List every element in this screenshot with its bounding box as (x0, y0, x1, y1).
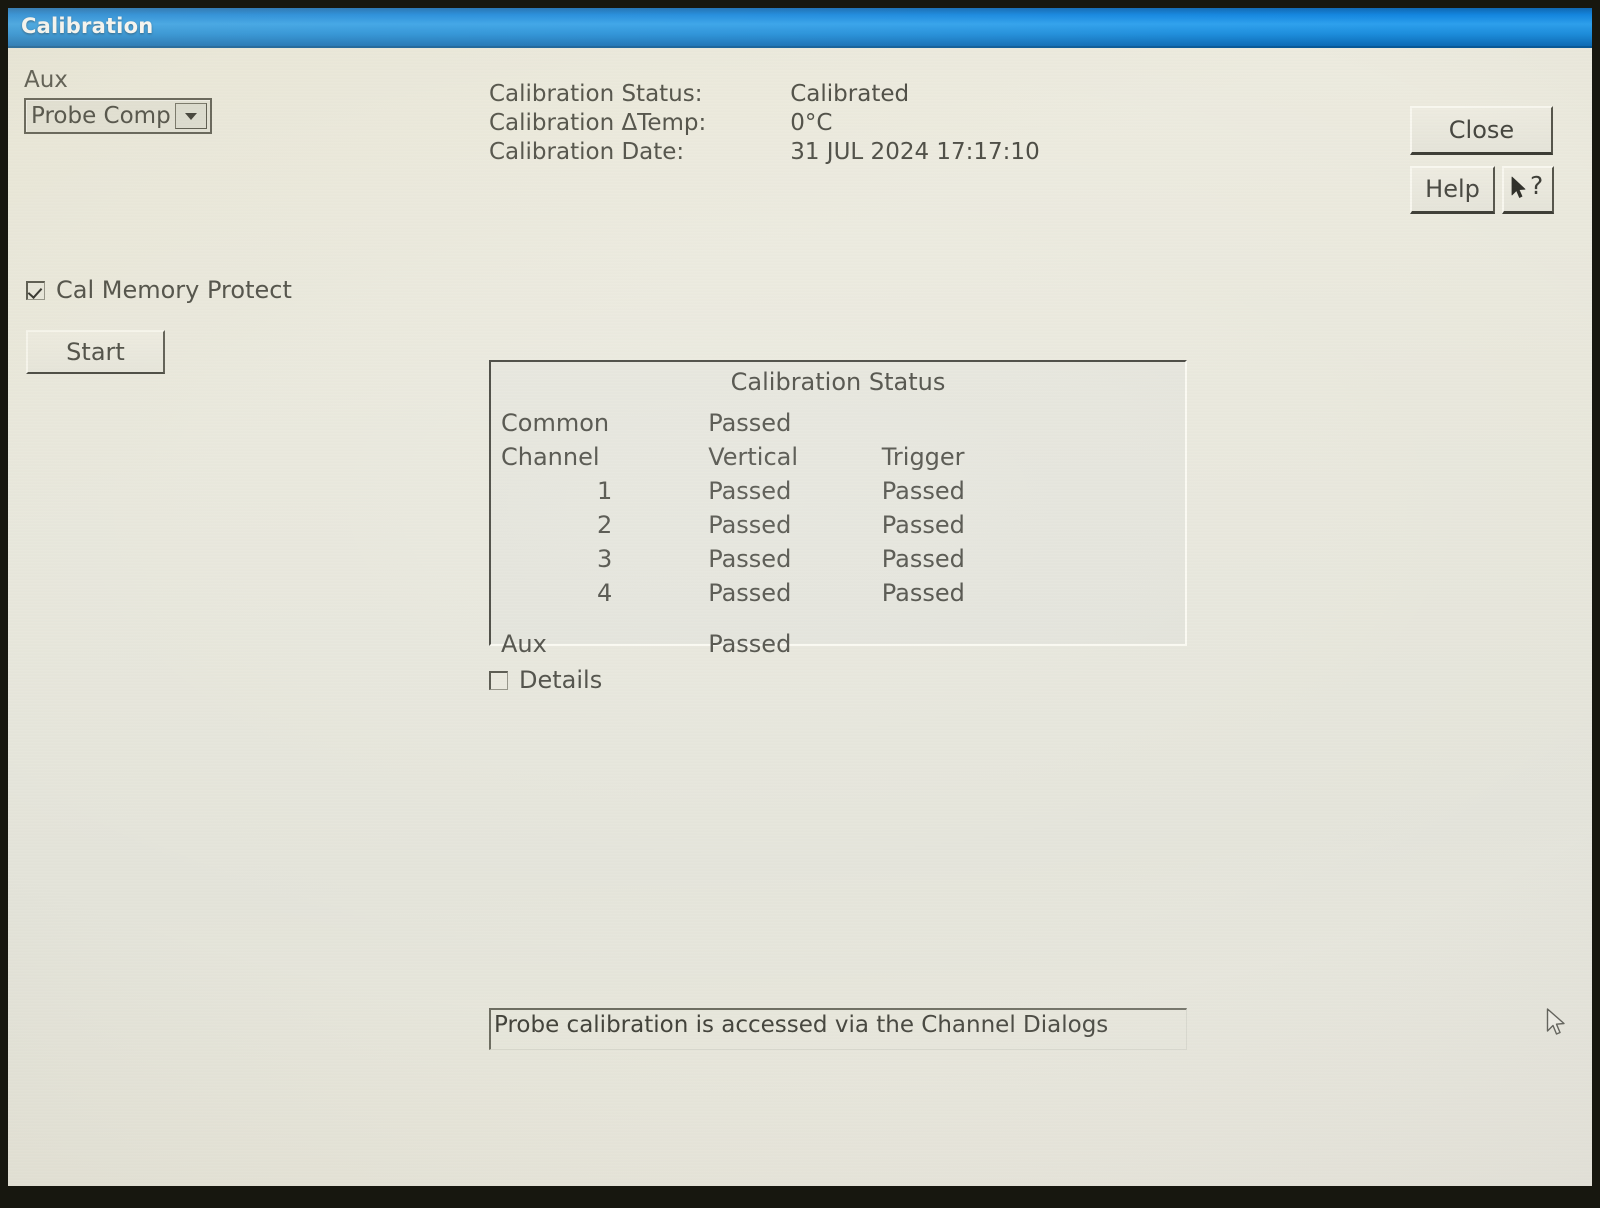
calibration-status-table: Common Passed Channel Vertical Trigger 1… (501, 409, 1061, 664)
checkbox-checked-icon[interactable] (26, 280, 45, 300)
aux-dropdown-value: Probe Comp (31, 103, 171, 129)
table-row-common: Common Passed (501, 409, 1061, 443)
calibration-status-title: Calibration Status (730, 368, 946, 396)
window-title: Calibration (21, 14, 154, 38)
header-vertical: Vertical (708, 443, 799, 471)
calibration-info: Calibration Status: Calibrated Calibrati… (489, 80, 1040, 167)
cal-info-row: Calibration Status: Calibrated (489, 80, 1040, 109)
cal-info-value: 31 JUL 2024 17:17:10 (790, 139, 1040, 165)
cal-info-row: Calibration ΔTemp: 0°C (489, 109, 1040, 138)
channel-vertical-status: Passed (708, 579, 792, 607)
message-text: Probe calibration is accessed via the Ch… (494, 1012, 1109, 1038)
cal-info-value: Calibrated (790, 81, 910, 107)
close-button[interactable]: Close (1410, 106, 1553, 155)
dialog-body: Aux Probe Comp Cal Memory Protect Start … (8, 48, 1592, 1186)
channel-trigger-status: Passed (881, 477, 965, 505)
help-button[interactable]: Help (1410, 166, 1495, 214)
question-mark-icon: ? (1530, 171, 1544, 200)
cal-memory-protect-label: Cal Memory Protect (56, 276, 292, 304)
details-checkbox[interactable]: Details (489, 666, 602, 694)
cursor-arrow-icon (1511, 176, 1526, 198)
table-row: 2 Passed Passed (501, 511, 1061, 545)
cal-info-key: Calibration Status: (489, 81, 703, 107)
header-trigger: Trigger (881, 443, 965, 471)
channel-number: 1 (596, 477, 613, 505)
channel-trigger-status: Passed (881, 511, 965, 539)
mouse-cursor-icon (1546, 1008, 1565, 1035)
aux-dropdown[interactable]: Probe Comp (24, 98, 212, 134)
calibration-dialog: Calibration Aux Probe Comp Cal Memory Pr… (8, 8, 1592, 1186)
channel-number: 2 (596, 511, 613, 539)
channel-vertical-status: Passed (708, 511, 792, 539)
channel-trigger-status: Passed (881, 579, 965, 607)
aux-label: Aux (24, 67, 68, 93)
channel-number: 3 (596, 545, 613, 573)
aux-row-label: Aux (501, 630, 547, 658)
device-screen-frame: Calibration Aux Probe Comp Cal Memory Pr… (0, 0, 1600, 1208)
channel-trigger-status: Passed (881, 545, 965, 573)
table-row-aux: Aux Passed (501, 630, 1061, 664)
cal-info-key: Calibration Date: (489, 139, 685, 165)
cal-info-row: Calibration Date: 31 JUL 2024 17:17:10 (489, 138, 1040, 167)
cal-info-key: Calibration ΔTemp: (489, 110, 707, 136)
window-titlebar: Calibration (8, 8, 1592, 48)
header-channel: Channel (501, 443, 600, 471)
channel-number: 4 (596, 579, 613, 607)
message-bar: Probe calibration is accessed via the Ch… (489, 1008, 1187, 1050)
common-value: Passed (708, 409, 792, 437)
context-help-button[interactable]: ? (1502, 166, 1554, 214)
table-row: 4 Passed Passed (501, 579, 1061, 613)
table-spacer (501, 613, 1061, 630)
start-button[interactable]: Start (26, 330, 165, 374)
table-row: 1 Passed Passed (501, 477, 1061, 511)
calibration-status-panel: Calibration Status Common Passed Channel… (489, 360, 1187, 658)
details-label: Details (519, 666, 603, 694)
common-label: Common (501, 409, 610, 437)
table-header-row: Channel Vertical Trigger (501, 443, 1061, 477)
checkbox-unchecked-icon[interactable] (489, 670, 508, 690)
cal-info-value: 0°C (790, 110, 833, 136)
chevron-down-icon[interactable] (175, 103, 207, 129)
channel-vertical-status: Passed (708, 545, 792, 573)
cal-memory-protect-checkbox[interactable]: Cal Memory Protect (26, 276, 292, 304)
aux-row-value: Passed (708, 630, 792, 658)
channel-vertical-status: Passed (708, 477, 792, 505)
table-row: 3 Passed Passed (501, 545, 1061, 579)
